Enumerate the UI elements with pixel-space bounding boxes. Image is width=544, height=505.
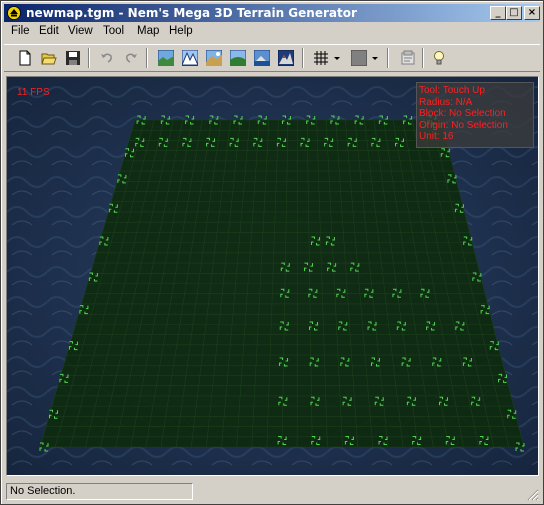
redo-button[interactable] <box>120 48 142 69</box>
terrain-3d-viewport[interactable]: 11 FPS Tool: Touch Up Radius: N/A Block:… <box>6 76 539 476</box>
chevron-down-icon <box>372 57 378 60</box>
chevron-down-icon <box>334 57 340 60</box>
minimize-icon: _ <box>495 7 501 18</box>
open-folder-icon <box>41 53 57 65</box>
info-radius: Radius: N/A <box>419 96 473 108</box>
undo-button[interactable] <box>96 48 118 69</box>
lightbulb-icon <box>434 51 444 65</box>
properties-button[interactable] <box>397 48 419 69</box>
redo-icon <box>126 53 137 63</box>
terrain-preset-3-button[interactable] <box>203 48 225 69</box>
grid-icon <box>314 51 328 65</box>
properties-icon <box>401 50 415 65</box>
status-text: No Selection. <box>6 483 193 500</box>
status-bar: No Selection. <box>4 482 540 502</box>
info-unit: Unit: 16 <box>419 131 454 142</box>
undo-icon <box>101 53 112 63</box>
info-block: Block: No Selection <box>419 108 506 119</box>
terrain-preset-6-button[interactable] <box>275 48 297 69</box>
maximize-button[interactable]: □ <box>506 6 522 20</box>
toolbar-separator <box>146 48 148 68</box>
menu-bar: File Edit View Tool Map Help <box>4 24 540 42</box>
terrain-preset-4-button[interactable] <box>227 48 249 69</box>
save-disk-icon <box>66 51 80 65</box>
menu-file[interactable]: File <box>11 25 30 37</box>
toolbar-separator <box>387 48 389 68</box>
menu-map[interactable]: Map <box>137 25 159 37</box>
terrain-preset-2-icon <box>182 50 198 66</box>
terrain-preset-6-icon <box>278 50 294 66</box>
grid-button[interactable] <box>310 48 332 69</box>
close-button[interactable]: × <box>524 6 540 20</box>
terrain-preset-4-icon <box>230 50 246 66</box>
new-file-icon <box>19 50 31 66</box>
resize-grip-icon[interactable] <box>527 489 539 501</box>
terrain-preset-1-button[interactable] <box>155 48 177 69</box>
color-button[interactable] <box>348 48 370 69</box>
toolbar-separator <box>302 48 304 68</box>
terrain-preset-5-button[interactable] <box>251 48 273 69</box>
terrain-preset-1-icon <box>158 50 174 66</box>
app-icon <box>7 6 21 20</box>
color-swatch-icon <box>351 50 367 66</box>
fps-counter: 11 FPS <box>17 87 50 98</box>
toolbar-separator <box>422 48 424 68</box>
menu-tool[interactable]: Tool <box>103 25 124 37</box>
menu-help[interactable]: Help <box>169 25 193 37</box>
maximize-icon: □ <box>509 7 519 18</box>
menu-view[interactable]: View <box>68 25 93 37</box>
minimize-button[interactable]: _ <box>490 6 506 20</box>
tool-info-overlay: Tool: Touch Up Radius: N/A Block: No Sel… <box>416 82 534 148</box>
title-bar[interactable]: newmap.tgm - Nem's Mega 3D Terrain Gener… <box>4 4 540 22</box>
menu-edit[interactable]: Edit <box>39 25 59 37</box>
new-file-button[interactable] <box>14 48 36 69</box>
grid-dropdown[interactable] <box>332 48 342 69</box>
toolbar <box>4 44 540 72</box>
info-origin: Origin: No Selection <box>419 119 508 131</box>
info-tool: Tool: Touch Up <box>419 85 485 96</box>
lighting-button[interactable] <box>428 48 450 69</box>
save-button[interactable] <box>62 48 84 69</box>
close-icon: × <box>527 7 537 18</box>
color-dropdown[interactable] <box>370 48 380 69</box>
terrain-preset-5-icon <box>254 50 270 66</box>
app-window: newmap.tgm - Nem's Mega 3D Terrain Gener… <box>0 0 544 505</box>
terrain-preset-2-button[interactable] <box>179 48 201 69</box>
open-button[interactable] <box>38 48 60 69</box>
toolbar-separator <box>88 48 90 68</box>
window-title: newmap.tgm - Nem's Mega 3D Terrain Gener… <box>26 6 357 20</box>
terrain-preset-3-icon <box>206 50 222 66</box>
